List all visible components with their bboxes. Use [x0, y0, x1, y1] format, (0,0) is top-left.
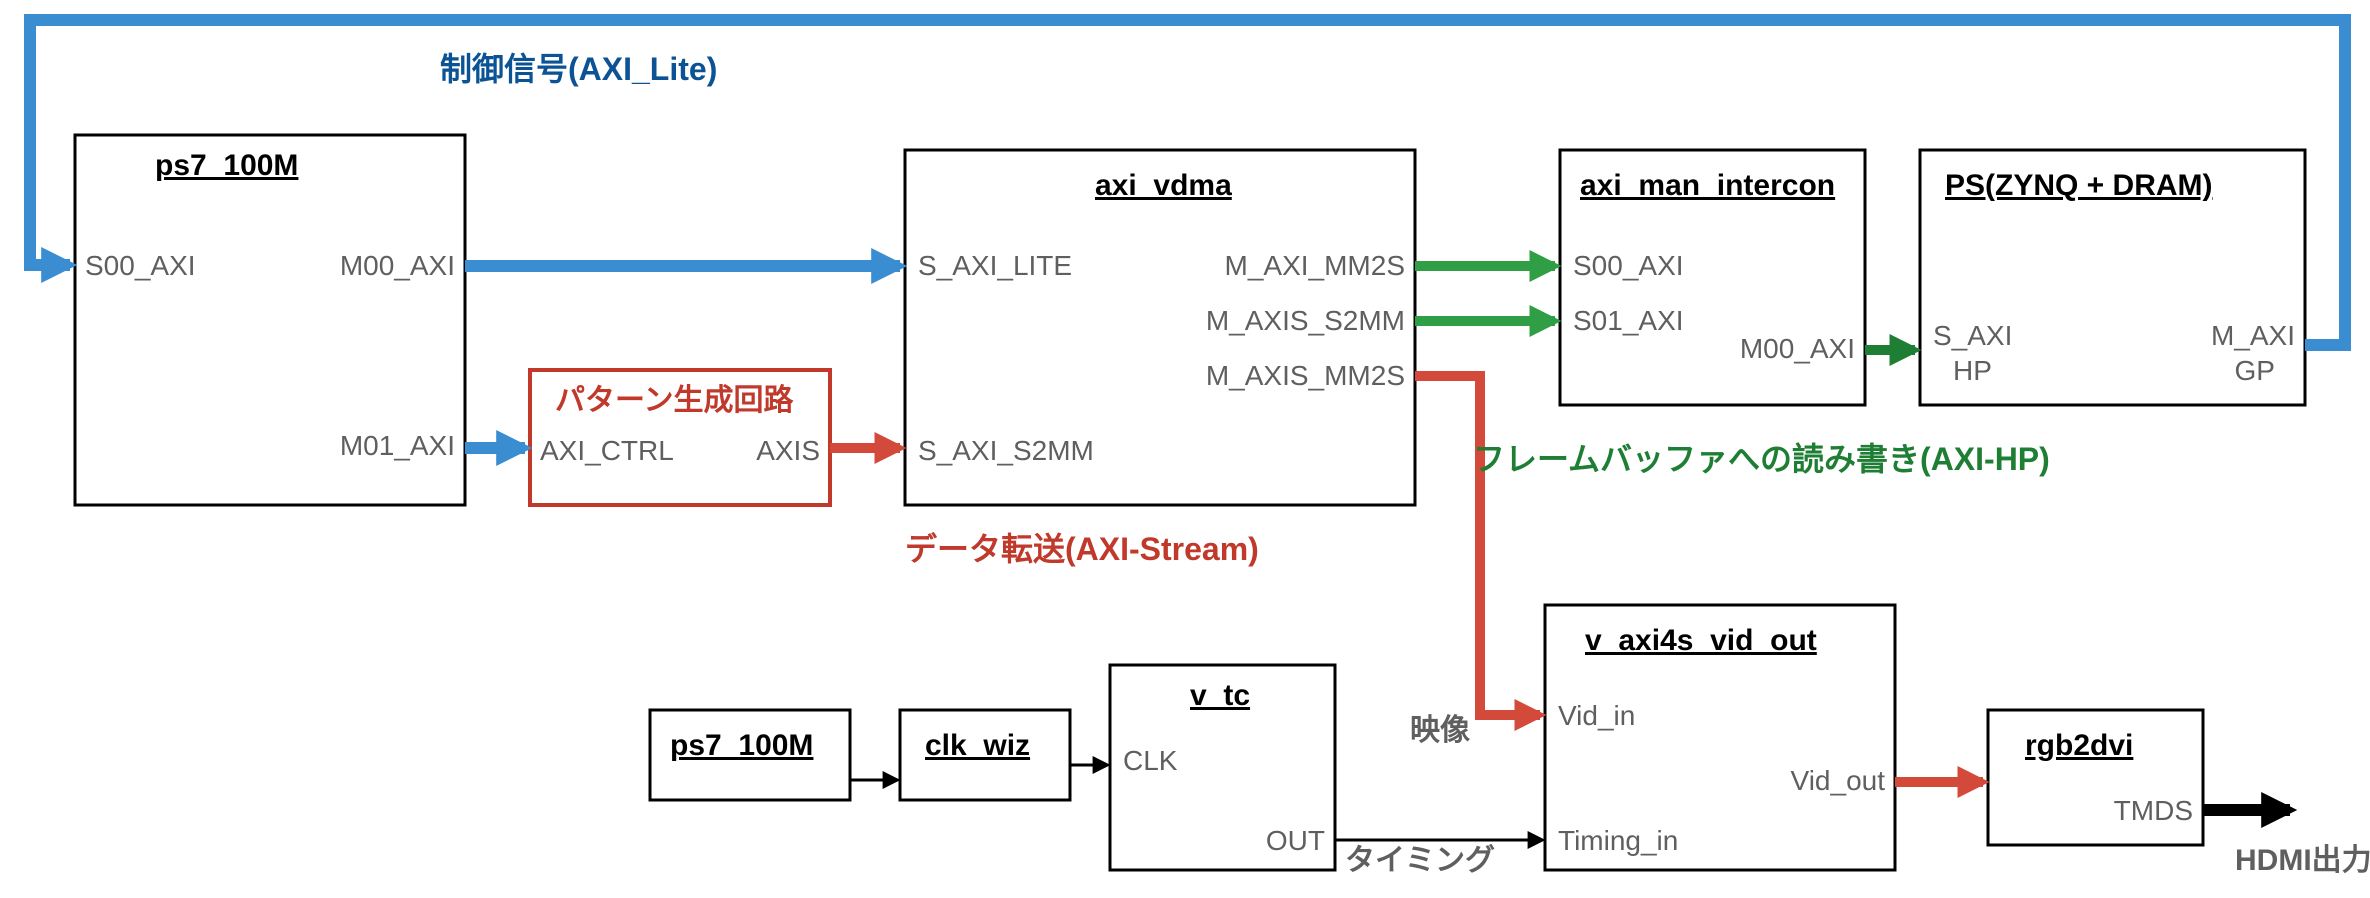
block-ps7-100m-a: ps7_100M S00_AXI M00_AXI M01_AXI — [75, 135, 465, 505]
port-out: OUT — [1266, 825, 1325, 856]
arrow-mm2s-to-vidin — [1415, 376, 1540, 715]
port-axis: AXIS — [756, 435, 820, 466]
port-tmds: TMDS — [2114, 795, 2193, 826]
title-rgb2dvi: rgb2dvi — [2025, 729, 2133, 762]
port-s00-axi-ic: S00_AXI — [1573, 250, 1684, 281]
port-m-axi-gp-1: M_AXI — [2211, 320, 2295, 351]
title-pattern-gen: パターン生成回路 — [555, 384, 794, 417]
block-ps7-100m-b: ps7_100M — [650, 710, 850, 800]
label-control: 制御信号(AXI_Lite) — [440, 51, 717, 87]
block-axi-man-intercon: axi_man_intercon S00_AXI S01_AXI M00_AXI — [1560, 150, 1865, 405]
title-axi-man-intercon: axi_man_intercon — [1580, 169, 1835, 202]
title-v-tc: v_tc — [1190, 679, 1250, 712]
port-m00-axi-ic: M00_AXI — [1740, 333, 1855, 364]
label-video: 映像 — [1410, 714, 1470, 747]
block-pattern-gen: パターン生成回路 AXI_CTRL AXIS — [530, 370, 830, 505]
label-framebuf: フレームバッファへの読み書き(AXI-HP) — [1473, 441, 2050, 477]
block-axi-vdma: axi_vdma S_AXI_LITE S_AXI_S2MM M_AXI_MM2… — [905, 150, 1415, 505]
title-axi-vdma: axi_vdma — [1095, 169, 1232, 202]
title-ps-zynq-dram: PS(ZYNQ + DRAM) — [1945, 169, 2213, 202]
block-v-tc: v_tc CLK OUT — [1110, 665, 1335, 870]
port-s01-axi-ic: S01_AXI — [1573, 305, 1684, 336]
port-s-axi-lite: S_AXI_LITE — [918, 250, 1072, 281]
block-v-axi4s-vid-out: v_axi4s_vid_out Vid_in Timing_in Vid_out — [1545, 605, 1895, 870]
port-clk: CLK — [1123, 745, 1178, 776]
port-s-axi-s2mm: S_AXI_S2MM — [918, 435, 1094, 466]
port-m00-axi: M00_AXI — [340, 250, 455, 281]
title-clk-wiz: clk_wiz — [925, 729, 1030, 762]
port-m-axi-mm2s: M_AXI_MM2S — [1225, 250, 1406, 281]
block-rgb2dvi: rgb2dvi TMDS — [1988, 710, 2203, 845]
port-m-axi-gp-2: GP — [2235, 355, 2275, 386]
title-ps7-100m-a: ps7_100M — [155, 149, 298, 182]
title-v-axi4s-vid-out: v_axi4s_vid_out — [1585, 624, 1817, 657]
port-s00-axi-a: S00_AXI — [85, 250, 196, 281]
title-ps7-100m-b: ps7_100M — [670, 729, 813, 762]
block-diagram: ps7_100M S00_AXI M00_AXI M01_AXI パターン生成回… — [0, 0, 2370, 898]
port-s-axi-hp-2: HP — [1953, 355, 1992, 386]
port-vid-out: Vid_out — [1791, 765, 1886, 796]
port-m-axis-mm2s: M_AXIS_MM2S — [1206, 360, 1405, 391]
port-timing-in: Timing_in — [1558, 825, 1678, 856]
block-ps-zynq-dram: PS(ZYNQ + DRAM) S_AXI HP M_AXI GP — [1920, 150, 2305, 405]
block-clk-wiz: clk_wiz — [900, 710, 1070, 800]
label-hdmi: HDMI出力 — [2235, 844, 2370, 877]
label-timing: タイミング — [1345, 844, 1495, 877]
port-m01-axi: M01_AXI — [340, 430, 455, 461]
label-stream: データ転送(AXI-Stream) — [905, 531, 1259, 567]
port-axi-ctrl: AXI_CTRL — [540, 435, 674, 466]
port-m-axis-s2mm: M_AXIS_S2MM — [1206, 305, 1405, 336]
port-s-axi-hp-1: S_AXI — [1933, 320, 2012, 351]
port-vid-in: Vid_in — [1558, 700, 1635, 731]
